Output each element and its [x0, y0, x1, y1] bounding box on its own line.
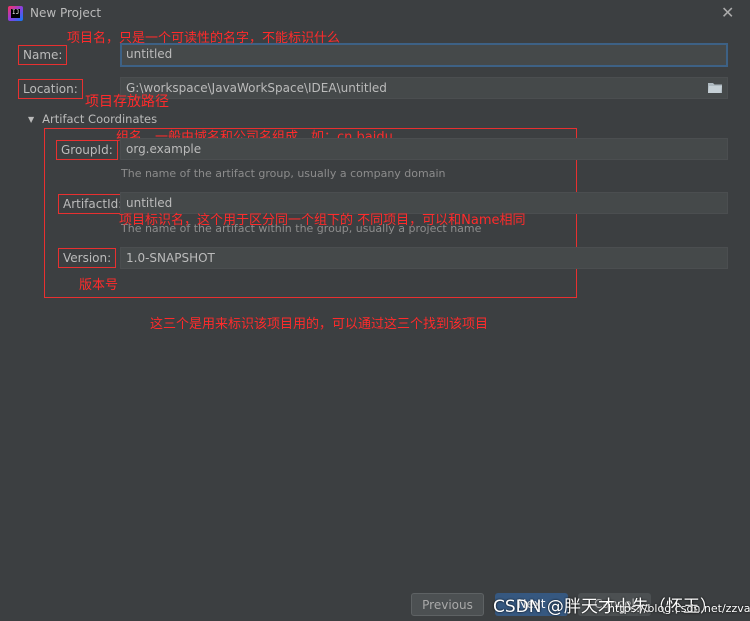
- previous-button[interactable]: Previous: [411, 593, 484, 616]
- annotation-summary: 这三个是用来标识该项目用的，可以通过这三个找到该项目: [150, 317, 489, 332]
- location-input[interactable]: G:\workspace\JavaWorkSpace\IDEA\untitled: [120, 77, 728, 99]
- intellij-app-icon: IJ: [8, 6, 23, 21]
- folder-icon[interactable]: [708, 82, 722, 93]
- annotation-name: 项目名，只是一个可读性的名字，不能标识什么: [67, 31, 341, 46]
- group-id-input[interactable]: org.example: [120, 138, 728, 160]
- title-bar: IJ New Project ✕: [0, 0, 750, 28]
- close-icon[interactable]: ✕: [721, 3, 734, 22]
- annotation-version: 版本号: [79, 278, 119, 293]
- group-id-label: GroupId:: [56, 140, 118, 160]
- location-label: Location:: [18, 79, 83, 99]
- section-label: Artifact Coordinates: [42, 112, 158, 126]
- artifact-coordinates-toggle[interactable]: ▼ Artifact Coordinates: [28, 112, 157, 126]
- artifact-id-label: ArtifactId:: [58, 194, 128, 214]
- annotation-artifact-id: 项目标识名，这个用于区分同一个组下的 不同项目，可以和Name相同: [119, 213, 526, 228]
- group-id-hint: The name of the artifact group, usually …: [121, 167, 446, 180]
- triangle-down-icon: ▼: [28, 115, 35, 124]
- version-input[interactable]: 1.0-SNAPSHOT: [120, 247, 728, 269]
- name-input[interactable]: untitled: [120, 43, 728, 67]
- window-title: New Project: [30, 6, 102, 20]
- name-label: Name:: [18, 45, 68, 65]
- version-label: Version:: [58, 248, 117, 268]
- watermark-url: https://blog.csdn.net/zzvar: [608, 602, 750, 615]
- annotation-location: 项目存放路径: [85, 94, 169, 110]
